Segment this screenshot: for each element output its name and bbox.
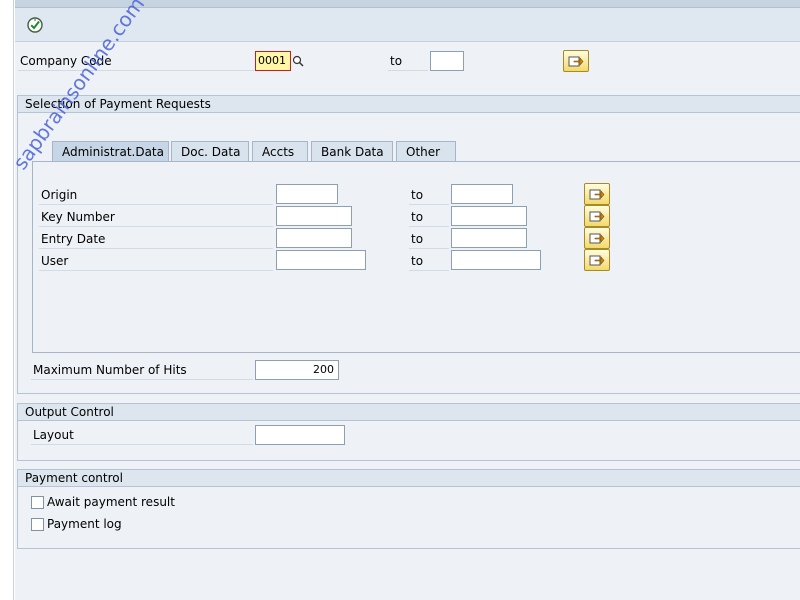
payment-log-label: Payment log xyxy=(47,517,122,531)
user-label: User xyxy=(41,254,69,268)
multiple-selection-arrow-icon xyxy=(568,56,584,67)
company-code-multiple-selection-button[interactable] xyxy=(563,50,589,72)
await-payment-result-checkbox[interactable] xyxy=(31,496,44,509)
user-to-label: to xyxy=(411,254,424,268)
layout-label: Layout xyxy=(33,428,74,442)
tab-panel-administrat-data: Origin to Key Number to Entry Date to Us… xyxy=(32,161,800,353)
execute-button[interactable] xyxy=(25,15,45,35)
await-payment-result-label: Await payment result xyxy=(47,495,175,509)
output-control-title: Output Control xyxy=(18,404,800,421)
label-underline xyxy=(31,444,253,445)
search-help-button[interactable] xyxy=(291,53,305,69)
company-code-from-input[interactable]: 0001 xyxy=(255,51,291,71)
payment-control-group: Payment control Await payment result Pay… xyxy=(17,469,800,549)
company-code-to-input[interactable] xyxy=(430,51,464,71)
label-underline xyxy=(18,70,254,71)
tab-accts[interactable]: Accts xyxy=(252,141,308,162)
output-control-group: Output Control Layout xyxy=(17,403,800,461)
search-help-icon xyxy=(292,55,304,67)
tab-bank-data[interactable]: Bank Data xyxy=(311,141,393,162)
tab-doc-data[interactable]: Doc. Data xyxy=(171,141,249,162)
selection-row-user: User to xyxy=(33,228,800,271)
selection-screen: Company Code 0001 to Selection of Paymen… xyxy=(15,42,800,600)
multiple-selection-arrow-icon xyxy=(589,255,605,266)
max-hits-input[interactable]: 200 xyxy=(255,360,339,380)
max-hits-label: Maximum Number of Hits xyxy=(33,363,187,377)
layout-input[interactable] xyxy=(255,425,345,445)
tab-other[interactable]: Other xyxy=(396,141,456,162)
user-to-input[interactable] xyxy=(451,250,541,270)
payment-requests-group: Selection of Payment Requests Administra… xyxy=(17,95,800,394)
user-from-input[interactable] xyxy=(276,250,366,270)
label-underline xyxy=(31,379,253,380)
payment-requests-title: Selection of Payment Requests xyxy=(18,96,800,113)
label-underline xyxy=(388,70,428,71)
tab-administrat-data[interactable]: Administrat.Data xyxy=(52,141,169,162)
label-underline xyxy=(39,270,273,271)
label-underline xyxy=(409,270,449,271)
payment-log-checkbox[interactable] xyxy=(31,518,44,531)
left-edge xyxy=(0,0,14,600)
user-multiple-selection-button[interactable] xyxy=(584,249,610,271)
company-code-to-label: to xyxy=(390,54,403,68)
payment-control-title: Payment control xyxy=(18,470,800,487)
execute-clock-icon xyxy=(27,17,43,33)
